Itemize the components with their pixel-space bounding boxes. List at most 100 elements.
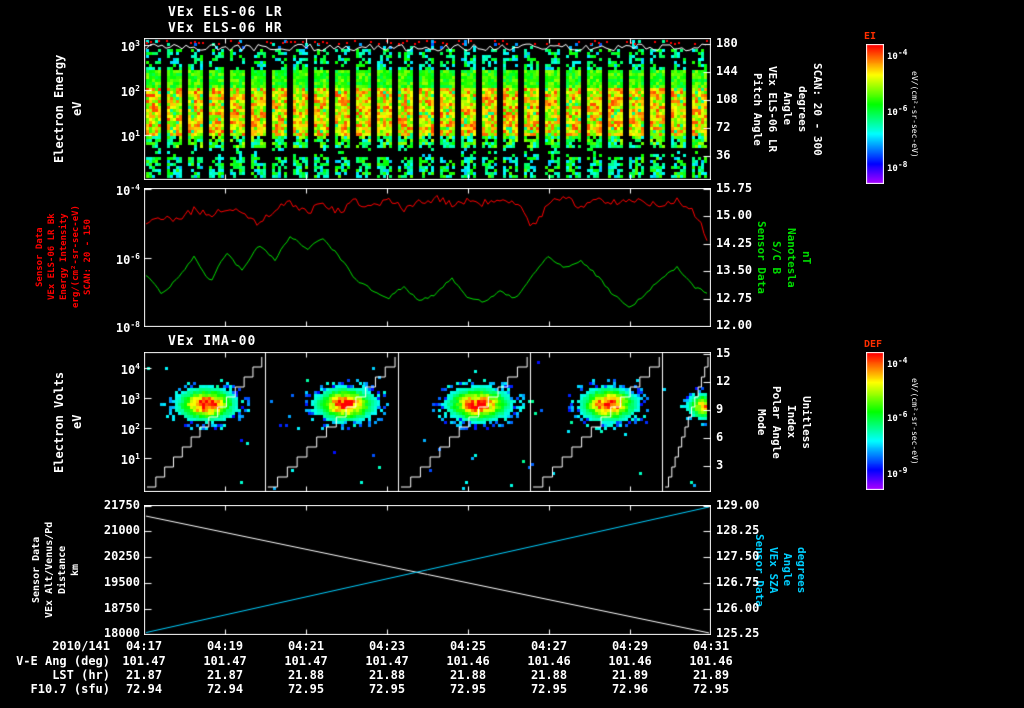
bottom-row-value: 101.47 [203,654,247,668]
axis-tick-label: 36 [716,148,731,162]
colorbar-tick-label: 10-9 [887,466,908,480]
bottom-row-value: 101.46 [689,654,733,668]
time-tick-label: 04:25 [449,639,487,653]
axis-tick-label: 20250 [103,549,140,563]
bk-left-axis-label: Sensor Data VEx ELS-06 LR Bk Energy Inte… [35,205,93,309]
axis-tick-label: 19500 [103,575,140,589]
colorbar-tick-label: 10-4 [887,48,908,62]
axis-tick-label: 12.75 [716,291,753,305]
axis-tick-label: 128.25 [716,523,760,537]
bottom-row-value: 21.88 [530,668,568,682]
bottom-row-label: V-E Ang (deg) [16,654,110,668]
colorbar-tick-label: 10-8 [887,160,908,174]
ima-right-axis-label: Mode Polar Angle Index Unitless [755,385,813,459]
altitude-sza-line-canvas [144,505,711,635]
bottom-row-label: F10.7 (sfu) [30,682,110,696]
alt-right-axis-label: Sensor Data VEx SZA Angle degrees [753,533,808,607]
time-tick-label: 04:29 [611,639,649,653]
axis-tick-label: 18750 [103,601,140,615]
panel-title-els-hr: VEx ELS-06 HR [168,21,283,36]
axis-tick-label: 15 [716,346,731,360]
ima-colorbar-title: DEF [864,339,883,350]
axis-tick-label: 104 [120,362,140,377]
ima-left-axis-label: Electron Volts eV [52,371,84,473]
bottom-row-value: 101.46 [446,654,490,668]
time-tick-label: 04:17 [125,639,163,653]
bottom-row-value: 72.95 [368,682,406,696]
bk-right-axis-label: Sensor Data S/C B Nanotesla nT [755,221,813,294]
bottom-row-value: 21.87 [206,668,244,682]
ccati-multipanel-plot-page: VEx ELS-06 LR VEx ELS-06 HR VEx IMA-00 E… [0,0,1024,708]
bottom-row-value: 72.94 [206,682,244,696]
els-colorbar-units: eV/(cm²-sr-sec-eV) [910,70,919,158]
time-tick-label: 04:27 [530,639,568,653]
axis-tick-label: 103 [120,392,140,407]
colorbar-tick-label: 10-4 [887,356,908,370]
axis-tick-label: 129.00 [716,498,760,512]
axis-tick-label: 18000 [103,626,140,640]
axis-tick-label: 21000 [103,523,140,537]
time-tick-label: 04:19 [206,639,244,653]
axis-tick-label: 101 [120,452,140,467]
bottom-row-value: 21.87 [125,668,163,682]
els-left-axis-label: Electron Energy eV [52,54,84,164]
axis-tick-label: 12.00 [716,318,753,332]
els-right-axis-label: Pitch Angle VEx ELS-06 LR Angle degrees … [751,62,824,156]
axis-tick-label: 21750 [103,498,140,512]
time-tick-label: 04:21 [287,639,325,653]
bottom-row-value: 101.47 [365,654,409,668]
axis-tick-label: 101 [120,129,140,144]
bottom-row-value: 72.95 [530,682,568,696]
ima-colorbar-units: eV/(cm²-sr-sec-eV) [910,377,919,465]
axis-tick-label: 108 [716,92,738,106]
axis-tick-label: 180 [716,36,738,50]
axis-tick-label: 144 [716,64,738,78]
axis-tick-label: 10-8 [115,320,140,335]
els-colorbar-canvas [866,44,884,184]
axis-tick-label: 102 [120,84,140,99]
date-label: 2010/141 [52,639,110,653]
panel-title-ima: VEx IMA-00 [168,334,257,349]
bottom-row-value: 72.95 [287,682,325,696]
axis-tick-label: 12 [716,374,731,388]
axis-tick-label: 10-6 [115,252,140,267]
bottom-row-value: 101.46 [527,654,571,668]
ima-colorbar-canvas [866,352,884,490]
bottom-row-value: 21.89 [692,668,730,682]
axis-tick-label: 10-4 [115,183,140,198]
bottom-row-label: LST (hr) [52,668,110,682]
alt-left-axis-label: Sensor Data VEx Alt/Venus/Pd Distance km [31,521,81,619]
ima-spectrogram-canvas [144,352,711,492]
bottom-row-value: 21.88 [368,668,406,682]
axis-tick-label: 3 [716,458,724,472]
bottom-row-value: 72.96 [611,682,649,696]
axis-tick-label: 127.50 [716,549,760,563]
bottom-row-value: 21.88 [449,668,487,682]
axis-tick-label: 13.50 [716,263,753,277]
axis-tick-label: 72 [716,120,731,134]
time-tick-label: 04:23 [368,639,406,653]
panel-title-els-lr: VEx ELS-06 LR [168,5,283,20]
bottom-row-value: 101.47 [284,654,328,668]
bottom-row-value: 21.89 [611,668,649,682]
axis-tick-label: 126.75 [716,575,760,589]
axis-tick-label: 126.00 [716,601,760,615]
axis-tick-label: 14.25 [716,236,753,250]
bottom-row-value: 72.95 [692,682,730,696]
els-spectrogram-canvas [144,38,711,180]
axis-tick-label: 103 [120,39,140,54]
axis-tick-label: 15.00 [716,208,753,222]
bottom-row-value: 101.46 [608,654,652,668]
axis-tick-label: 125.25 [716,626,760,640]
axis-tick-label: 6 [716,430,724,444]
bottom-row-value: 21.88 [287,668,325,682]
bk-bfield-line-canvas [144,188,711,327]
time-tick-label: 04:31 [692,639,730,653]
bottom-row-value: 101.47 [122,654,166,668]
axis-tick-label: 15.75 [716,181,753,195]
axis-tick-label: 102 [120,422,140,437]
bottom-row-value: 72.94 [125,682,163,696]
colorbar-tick-label: 10-6 [887,410,908,424]
bottom-row-value: 72.95 [449,682,487,696]
colorbar-tick-label: 10-6 [887,104,908,118]
